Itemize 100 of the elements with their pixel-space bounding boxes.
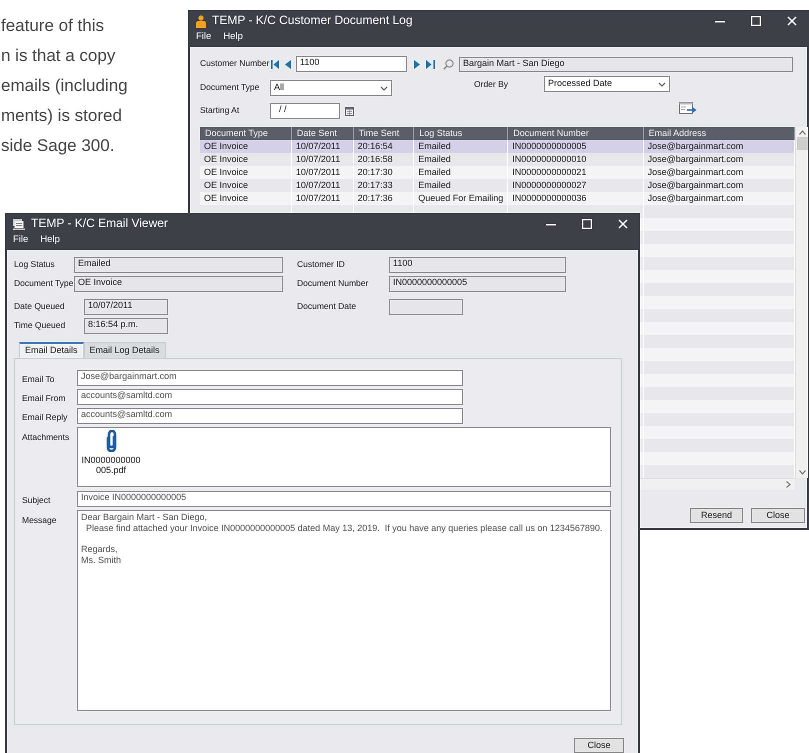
tab[interactable]: Email Details bbox=[19, 342, 84, 358]
menu-item[interactable]: File bbox=[196, 32, 212, 42]
intro-text-line: emails (including bbox=[1, 75, 128, 97]
field-label: Email To bbox=[22, 372, 56, 384]
field-label: Starting At bbox=[200, 106, 240, 116]
column-header[interactable]: Document Number bbox=[508, 127, 644, 140]
maximize-icon[interactable] bbox=[582, 219, 592, 229]
intro-text-line: side Sage 300. bbox=[1, 135, 114, 157]
table-cell: 20:17:36 bbox=[353, 192, 414, 205]
menu-item[interactable]: File bbox=[13, 235, 28, 246]
resend-button[interactable]: Resend bbox=[690, 508, 743, 523]
calendar-icon[interactable] bbox=[345, 106, 354, 116]
search-icon[interactable] bbox=[443, 58, 454, 70]
paperclip-icon[interactable] bbox=[104, 430, 118, 452]
field-label: Email From bbox=[22, 392, 66, 404]
order-by-dropdown[interactable]: Processed Date bbox=[544, 76, 670, 92]
previous-record-icon[interactable] bbox=[285, 60, 291, 68]
field-label: Customer Number bbox=[200, 59, 270, 69]
close-button[interactable]: Close bbox=[574, 738, 624, 753]
last-record-icon[interactable] bbox=[426, 60, 435, 68]
table-cell: 10/07/2011 bbox=[291, 179, 354, 192]
email-field[interactable]: Jose@bargainmart.com bbox=[77, 370, 463, 386]
table-cell: OE Invoice bbox=[200, 153, 292, 166]
table-cell: 20:16:54 bbox=[353, 140, 414, 153]
table-cell: 10/07/2011 bbox=[291, 166, 354, 179]
table-cell: Jose@bargainmart.com bbox=[643, 192, 794, 205]
attachment-name[interactable]: IN0000000000005.pdf bbox=[80, 456, 142, 476]
close-icon[interactable] bbox=[787, 16, 797, 26]
email-field[interactable]: accounts@samltd.com bbox=[77, 408, 463, 424]
field-label: Customer ID bbox=[297, 260, 346, 270]
table-cell: 10/07/2011 bbox=[291, 140, 354, 153]
export-icon[interactable] bbox=[679, 102, 697, 114]
table-cell: Jose@bargainmart.com bbox=[643, 140, 794, 153]
close-button[interactable]: Close bbox=[751, 508, 805, 523]
viewer-icon bbox=[13, 218, 25, 230]
starting-at-field[interactable]: / / bbox=[270, 103, 340, 119]
table-cell: Emailed bbox=[414, 140, 508, 153]
vertical-scrollbar[interactable] bbox=[795, 127, 808, 478]
table-cell: Jose@bargainmart.com bbox=[643, 153, 794, 166]
field-label: Order By bbox=[474, 80, 510, 90]
intro-text-line: feature of this bbox=[1, 15, 104, 37]
field-label: Subject bbox=[22, 494, 52, 506]
window-title: TEMP - K/C Customer Document Log bbox=[212, 14, 413, 28]
table-cell: 10/07/2011 bbox=[291, 153, 354, 166]
table-cell: OE Invoice bbox=[200, 192, 292, 205]
field-label: Email Reply bbox=[22, 410, 68, 422]
field-label: Attachments bbox=[22, 430, 70, 444]
table-cell: Emailed bbox=[414, 153, 508, 166]
person-icon bbox=[196, 14, 206, 28]
first-record-icon[interactable] bbox=[271, 60, 280, 68]
scroll-down-icon bbox=[798, 470, 806, 475]
readonly-field: Emailed bbox=[74, 257, 283, 273]
table-cell: Emailed bbox=[414, 166, 508, 179]
menu-item[interactable]: Help bbox=[40, 235, 60, 246]
email-field[interactable]: accounts@samltd.com bbox=[77, 388, 463, 405]
message-box[interactable]: Dear Bargain Mart - San Diego, Please find attached your Invoice IN0000000000005 dated May 13, 2019. If you have any queries please call us on 1234567890. Regards, Ms. Smith bbox=[77, 510, 611, 711]
field-label: Time Queued bbox=[14, 321, 66, 331]
readonly-field: IN0000000000005 bbox=[389, 276, 566, 292]
scroll-thumb[interactable] bbox=[796, 137, 808, 150]
maximize-icon[interactable] bbox=[751, 16, 761, 26]
table-cell: IN0000000000036 bbox=[508, 192, 644, 205]
table-cell: IN0000000000027 bbox=[508, 179, 644, 192]
table-cell: 20:16:58 bbox=[353, 153, 414, 166]
column-header[interactable]: Email Address bbox=[643, 127, 794, 140]
table-cell: OE Invoice bbox=[200, 140, 292, 153]
intro-text-line: ments) is stored bbox=[1, 105, 122, 127]
field-label: Log Status bbox=[14, 260, 56, 270]
caret-icon bbox=[658, 82, 666, 86]
field-label: Document Type bbox=[14, 279, 74, 289]
table-cell: Queued For Emailing bbox=[414, 192, 508, 205]
caret-icon bbox=[380, 86, 388, 90]
column-header[interactable]: Document Type bbox=[200, 127, 292, 140]
scroll-up-icon bbox=[798, 130, 806, 135]
table-cell: Jose@bargainmart.com bbox=[643, 179, 794, 192]
tab[interactable]: Email Log Details bbox=[84, 342, 166, 358]
document-type-dropdown[interactable]: All bbox=[270, 80, 392, 96]
table-cell: OE Invoice bbox=[200, 166, 292, 179]
readonly-field: 8:16:54 p.m. bbox=[84, 318, 168, 334]
next-record-icon[interactable] bbox=[414, 60, 420, 68]
table-cell: IN0000000000005 bbox=[508, 140, 644, 153]
field-label: Date Queued bbox=[14, 302, 66, 312]
field-label: Document Number bbox=[297, 279, 370, 289]
table-cell: 20:17:33 bbox=[353, 179, 414, 192]
column-header[interactable]: Date Sent bbox=[291, 127, 354, 140]
table-cell: IN0000000000010 bbox=[508, 153, 644, 166]
intro-text-line: n is that a copy bbox=[1, 45, 116, 67]
customer-number-field[interactable]: 1100 bbox=[296, 56, 407, 72]
column-header[interactable]: Time Sent bbox=[353, 127, 414, 140]
subject-field[interactable]: Invoice IN0000000000005 bbox=[77, 490, 611, 507]
table-cell: OE Invoice bbox=[200, 179, 292, 192]
close-icon[interactable] bbox=[618, 219, 628, 229]
readonly-field: OE Invoice bbox=[74, 276, 283, 292]
field-label: Document Date bbox=[297, 302, 358, 312]
window-title: TEMP - K/C Email Viewer bbox=[31, 217, 168, 231]
column-header[interactable]: Log Status bbox=[414, 127, 508, 140]
field-label: Message bbox=[22, 514, 58, 527]
menu-item[interactable]: Help bbox=[223, 32, 243, 42]
table-cell: 10/07/2011 bbox=[291, 192, 354, 205]
table-cell: Jose@bargainmart.com bbox=[643, 166, 794, 179]
table-cell: IN0000000000021 bbox=[508, 166, 644, 179]
